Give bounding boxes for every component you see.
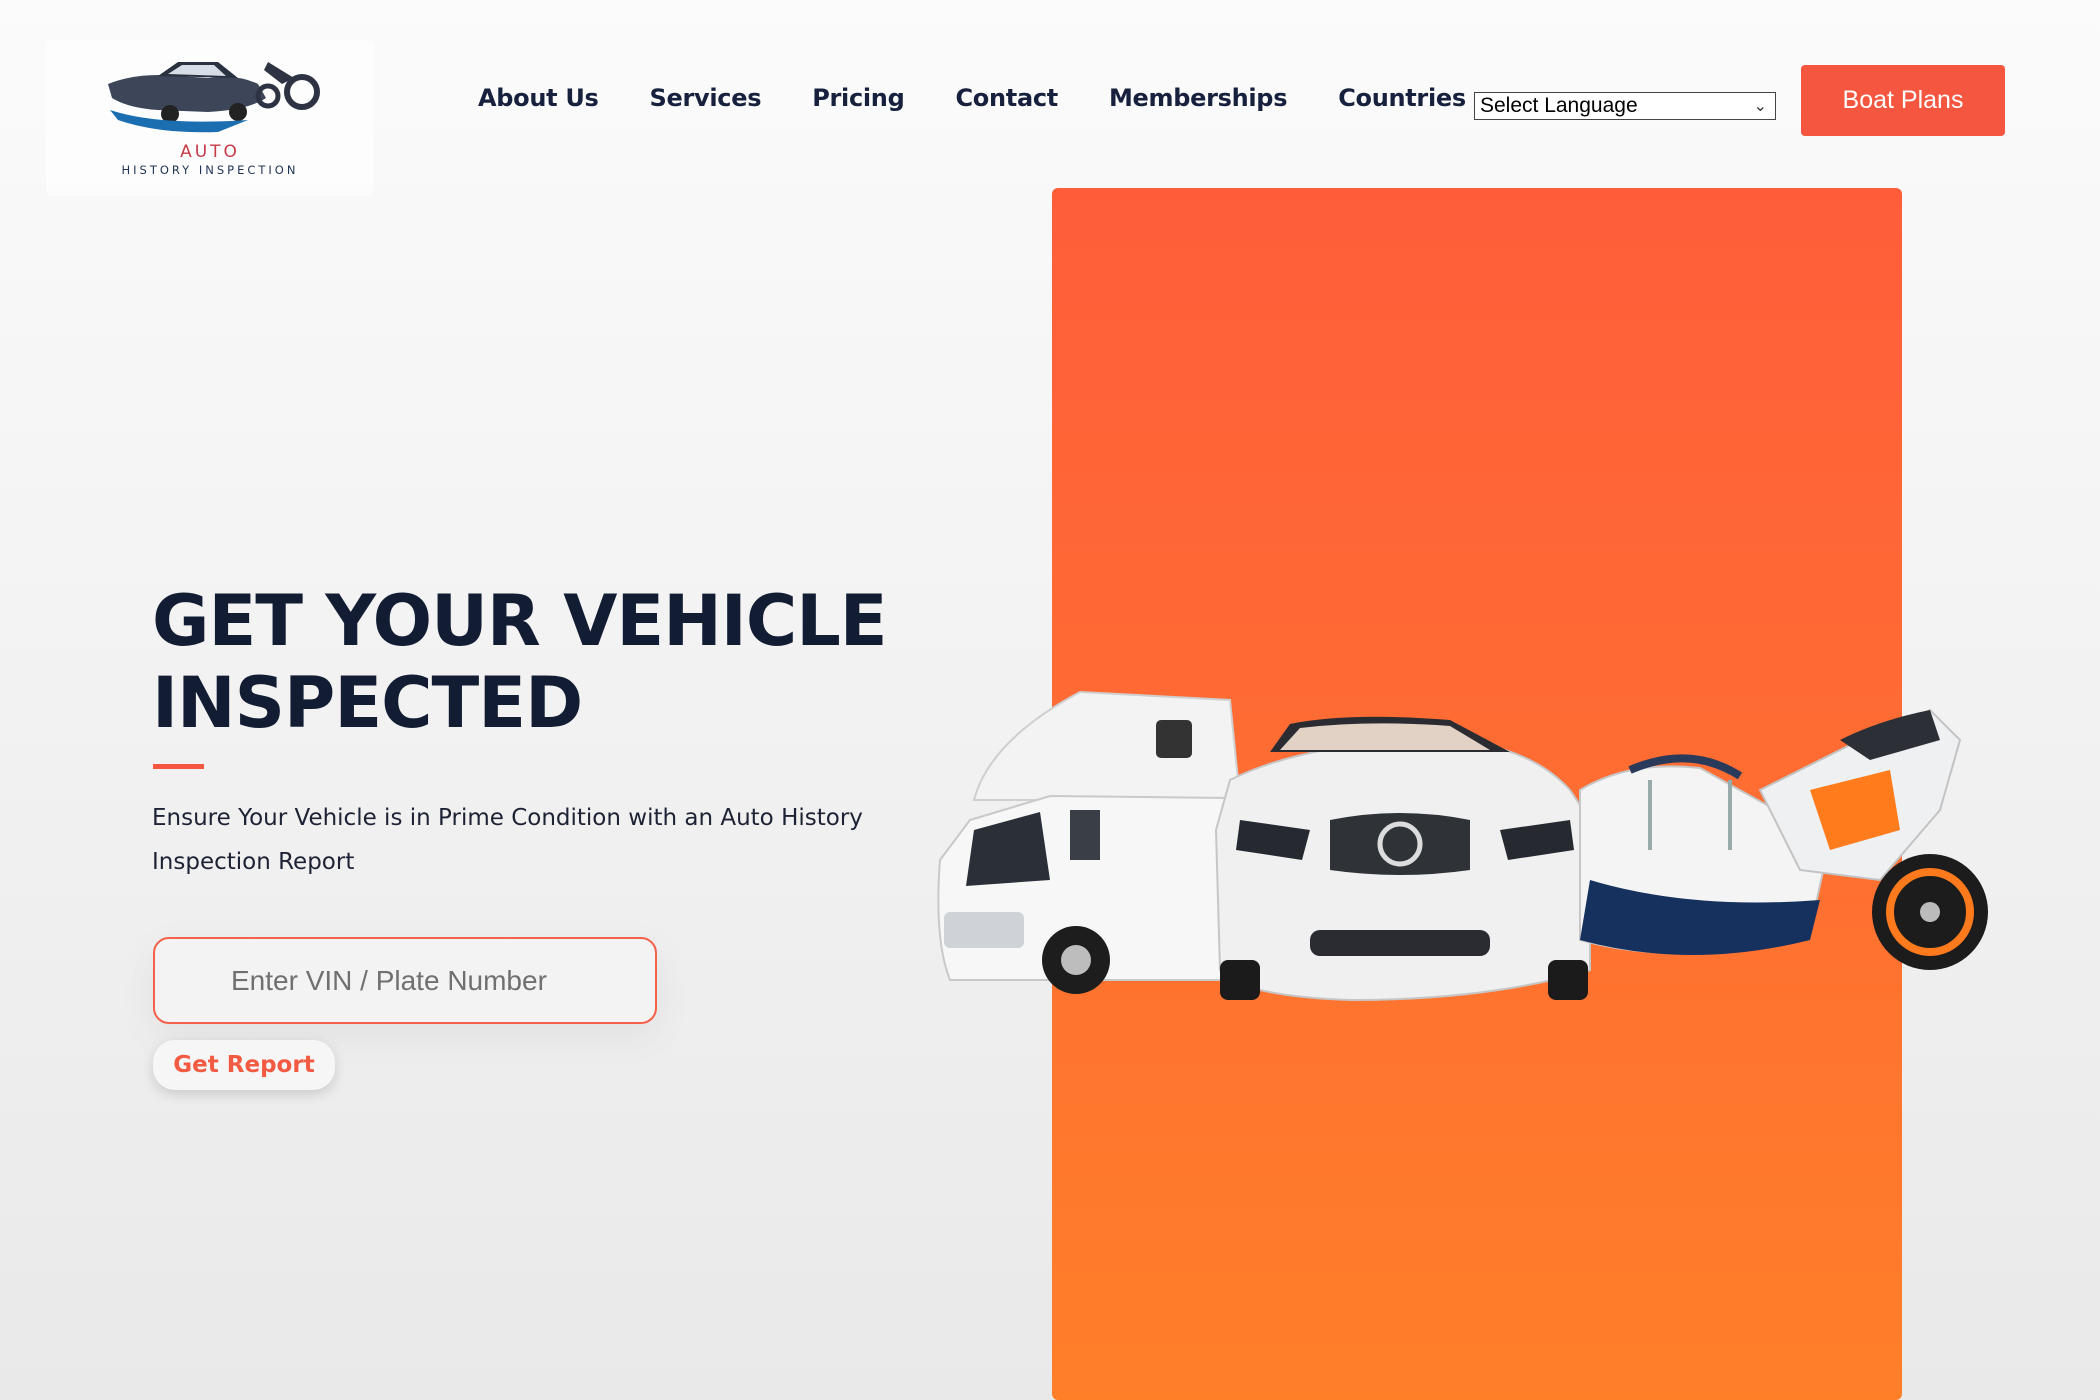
hero-subtitle: Ensure Your Vehicle is in Prime Conditio… <box>152 805 863 875</box>
get-report-button[interactable]: Get Report <box>153 1040 335 1090</box>
car-image <box>1214 716 1591 1002</box>
hero-title: GET YOUR VEHICLE INSPECTED <box>152 580 888 744</box>
language-select[interactable]: Select Language ⌄ <box>1474 92 1776 120</box>
logo-wordmark: AUTO <box>180 142 240 162</box>
nav-services[interactable]: Services <box>650 84 762 112</box>
nav-contact[interactable]: Contact <box>955 84 1058 112</box>
logo-subtitle: HISTORY INSPECTION <box>121 163 299 177</box>
chevron-down-icon: ⌄ <box>1753 98 1767 115</box>
accent-divider <box>153 764 204 769</box>
main-nav: About Us Services Pricing Contact Member… <box>478 84 1466 112</box>
language-select-value: Select Language <box>1480 94 1638 117</box>
nav-countries[interactable]: Countries <box>1338 84 1466 112</box>
site-logo[interactable]: AUTO HISTORY INSPECTION <box>46 40 374 196</box>
vehicles-image <box>937 690 1988 1002</box>
boat-plans-button[interactable]: Boat Plans <box>1801 65 2005 136</box>
rv-image <box>937 690 1242 994</box>
vin-plate-input[interactable] <box>153 937 657 1024</box>
logo-vehicles-icon <box>108 62 320 133</box>
nav-about-us[interactable]: About Us <box>478 84 599 112</box>
nav-pricing[interactable]: Pricing <box>812 84 905 112</box>
nav-memberships[interactable]: Memberships <box>1109 84 1288 112</box>
